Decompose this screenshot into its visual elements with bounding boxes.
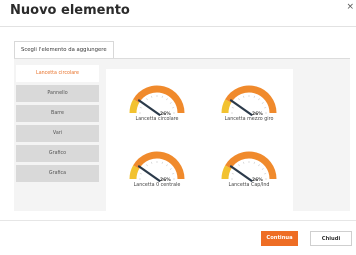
gauge-tick: [169, 168, 172, 170]
gauge-tick: [146, 164, 148, 167]
close-icon[interactable]: ×: [346, 3, 354, 12]
gauge-needle: [137, 99, 161, 116]
gauge-needle: [137, 165, 161, 182]
gauge-card[interactable]: 26% Lancetta Cap/Ind: [204, 139, 294, 199]
sidebar-item-lancetta-circolare[interactable]: Lancetta circolare: [16, 65, 99, 82]
gauge-tick: [238, 98, 240, 101]
gauge-icon: 26%: [221, 85, 277, 117]
title-divider: [0, 26, 356, 27]
dialog-title: Nuovo elemento: [10, 3, 130, 18]
gauge-tick: [172, 173, 175, 175]
footer-divider: [0, 220, 356, 221]
gauge-tick: [231, 107, 234, 109]
gauge-tick: [166, 164, 168, 167]
gauge-gallery: 26% Lancetta circolare 26% Lancetta mezz…: [106, 69, 293, 217]
gauge-needle: [229, 165, 253, 182]
gauge-tick: [172, 107, 175, 109]
gauge-tick: [264, 173, 267, 175]
gauge-tick: [151, 95, 153, 98]
gauge-tick: [139, 173, 142, 175]
sidebar-item-vari[interactable]: Vari: [16, 125, 99, 142]
gauge-card[interactable]: 26% Lancetta mezzo giro: [204, 73, 294, 133]
gauge-arc-start: [221, 99, 232, 114]
gauge-arc-start: [129, 165, 140, 180]
gauge-tick: [169, 102, 172, 104]
sidebar-item-grafico[interactable]: Grafico: [16, 145, 99, 162]
gauge-label: Lancetta 0 centrale: [133, 183, 181, 188]
gauge-tick: [161, 95, 163, 98]
gauge-arc-start: [129, 99, 140, 114]
gauge-icon: 26%: [221, 151, 277, 183]
gauge-tick: [243, 95, 245, 98]
gauge-tick: [264, 107, 267, 109]
tab-choose-element[interactable]: Scegli l'elemento da aggiungere: [14, 41, 114, 59]
gauge-needle: [229, 99, 253, 116]
gauge-arc: [133, 85, 185, 114]
gauge-arc: [133, 151, 185, 180]
gauge-tick: [258, 98, 260, 101]
continue-button[interactable]: Continua: [261, 231, 298, 246]
gauge-arc-start: [221, 165, 232, 180]
gauge-label: Lancetta Cap/Ind: [228, 183, 270, 188]
gauge-tick: [238, 164, 240, 167]
gauge-card[interactable]: 26% Lancetta 0 centrale: [112, 139, 202, 199]
gauge-arc: [225, 85, 277, 114]
gauge-label: Lancetta circolare: [135, 117, 179, 122]
gauge-tick: [231, 173, 234, 175]
sidebar-item-barre[interactable]: Barre: [16, 105, 99, 122]
gauge-icon: 26%: [129, 85, 185, 117]
sidebar: Lancetta circolare Pannello Barre Vari G…: [16, 65, 99, 185]
gauge-tick: [258, 164, 260, 167]
gauge-tick: [243, 161, 245, 164]
close-button[interactable]: Chiudi: [310, 231, 352, 246]
gauge-tick: [161, 161, 163, 164]
gauge-tick: [253, 161, 255, 164]
gauge-arc: [225, 151, 277, 180]
gauge-label: Lancetta mezzo giro: [224, 117, 274, 122]
gauge-tick: [253, 95, 255, 98]
gauge-tick: [139, 107, 142, 109]
gauge-card[interactable]: 26% Lancetta circolare: [112, 73, 202, 133]
gauge-tick: [261, 102, 264, 104]
sidebar-item-grafica[interactable]: Grafica: [16, 165, 99, 182]
gauge-tick: [166, 98, 168, 101]
gauge-tick: [261, 168, 264, 170]
dialog-body: Lancetta circolare Pannello Barre Vari G…: [14, 59, 350, 217]
gauge-tick: [151, 161, 153, 164]
dialog: Nuovo elemento × Scegli l'elemento da ag…: [0, 0, 356, 255]
gauge-icon: 26%: [129, 151, 185, 183]
gauge-tick: [146, 98, 148, 101]
sidebar-item-pannello[interactable]: Pannello: [16, 85, 99, 102]
